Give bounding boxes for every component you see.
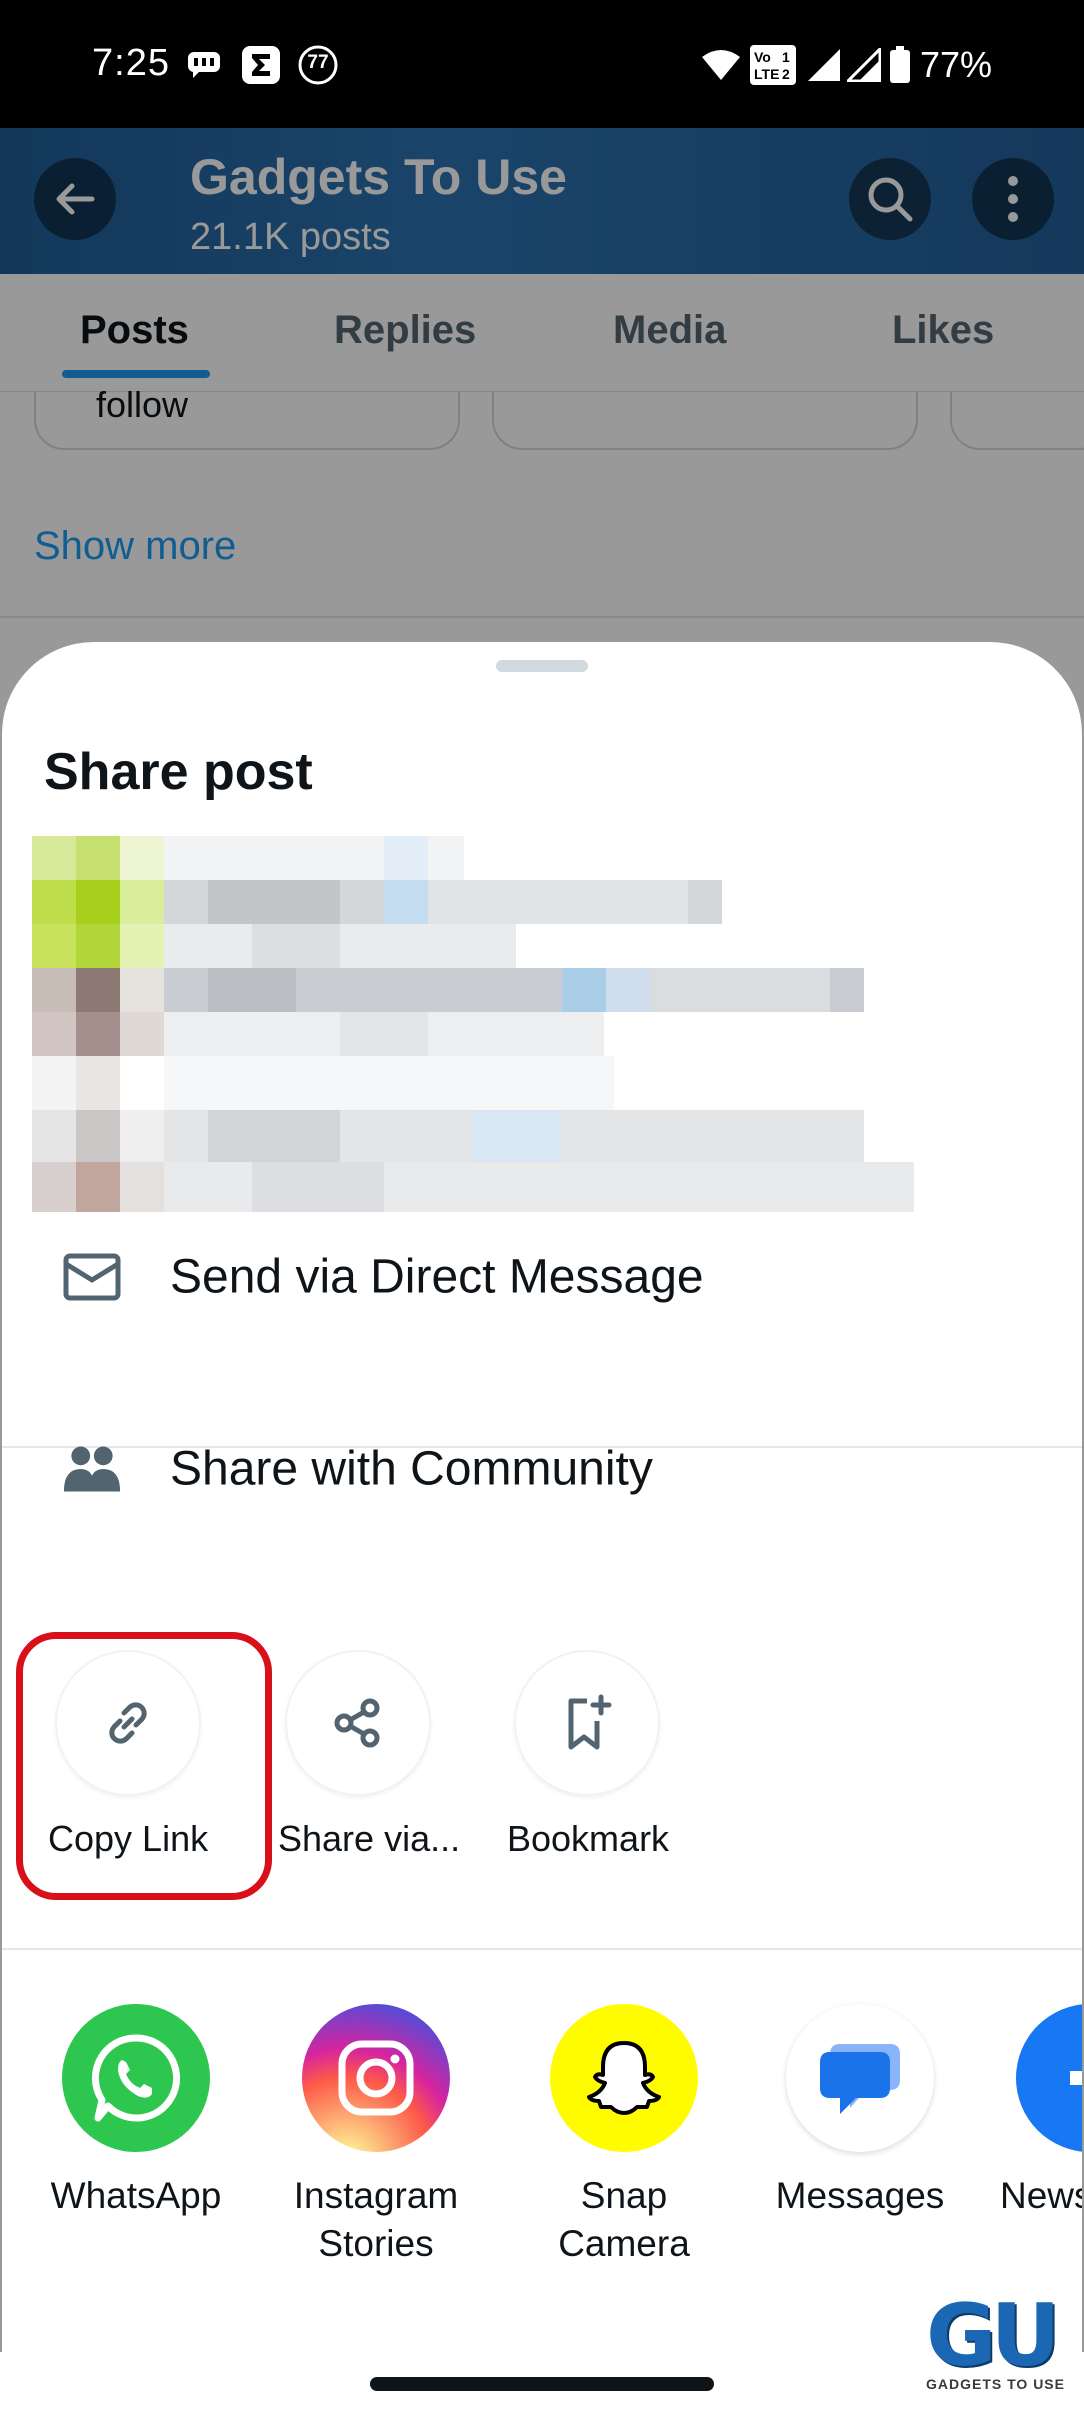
- redacted-contact-row[interactable]: [32, 836, 724, 968]
- home-gesture-handle[interactable]: [370, 2377, 714, 2391]
- watermark-text: GADGETS TO USE: [926, 2376, 1065, 2392]
- redacted-contact-row[interactable]: [32, 1110, 914, 1212]
- share-to-messages[interactable]: Messages: [760, 2004, 960, 2220]
- envelope-icon: [62, 1247, 122, 1307]
- sigma-app-icon: [240, 46, 282, 84]
- volte-top-label: Vo: [754, 49, 771, 65]
- gadgets-to-use-watermark: GU GADGETS TO USE: [926, 2286, 1068, 2402]
- sheet-title: Share post: [44, 743, 313, 801]
- facebook-icon: [1016, 2004, 1082, 2152]
- send-via-dm-label: Send via Direct Message: [170, 1250, 704, 1304]
- snapchat-icon: [550, 2004, 698, 2152]
- signal-1-icon: [806, 46, 842, 84]
- share-to-facebook-news[interactable]: News: [968, 2004, 1082, 2220]
- messages-icon: [786, 2004, 934, 2152]
- bookmark-button[interactable]: Bookmark: [507, 1650, 670, 1860]
- share-to-whatsapp[interactable]: WhatsApp: [36, 2004, 236, 2220]
- share-with-community-row[interactable]: Share with Community: [2, 1394, 1082, 1544]
- drag-handle[interactable]: [496, 660, 588, 672]
- watermark-logo: GU: [926, 2286, 1060, 2386]
- share-sheet: Share post Send via Direct Message Share…: [2, 642, 1082, 2352]
- volte-bottom-label: LTE: [754, 66, 780, 82]
- notification-badge-icon: 77: [296, 45, 340, 85]
- messages-label: Messages: [775, 2175, 945, 2216]
- share-to-snap-camera[interactable]: Snap Camera: [524, 2004, 724, 2268]
- chat-notification-icon: [186, 46, 222, 84]
- share-via-button[interactable]: Share via...: [278, 1650, 461, 1860]
- community-icon: [62, 1439, 122, 1499]
- whatsapp-icon: [62, 2004, 210, 2152]
- facebook-news-label: News: [1000, 2175, 1082, 2216]
- battery-icon: [888, 46, 912, 84]
- status-time: 7:25: [92, 42, 170, 84]
- share-to-instagram-stories[interactable]: Instagram Stories: [276, 2004, 476, 2268]
- status-bar: 7:25 77 Vo LTE 1 2 77%: [0, 0, 1084, 128]
- sim-1-label: 1: [782, 49, 790, 65]
- whatsapp-label: WhatsApp: [50, 2175, 222, 2216]
- bookmark-plus-icon: [568, 1694, 612, 1750]
- signal-2-icon: [846, 46, 882, 84]
- sim-2-label: 2: [782, 66, 790, 82]
- bookmark-circle: [514, 1650, 660, 1796]
- battery-percent: 77%: [919, 44, 992, 85]
- send-via-dm-row[interactable]: Send via Direct Message: [2, 1202, 1082, 1352]
- notification-badge-count: 77: [307, 52, 329, 73]
- share-via-circle: [285, 1650, 431, 1796]
- share-nodes-icon: [334, 1698, 380, 1748]
- copy-link-highlight-annotation: [16, 1632, 272, 1900]
- volte-icon: Vo LTE 1 2: [750, 45, 796, 85]
- instagram-label: Instagram Stories: [293, 2175, 459, 2264]
- redacted-contact-row[interactable]: [32, 968, 914, 1128]
- share-with-community-label: Share with Community: [170, 1442, 653, 1496]
- bookmark-label: Bookmark: [507, 1818, 670, 1859]
- divider: [2, 1948, 1082, 1950]
- snapchat-label: Snap Camera: [558, 2175, 690, 2264]
- share-via-label: Share via...: [278, 1818, 461, 1859]
- wifi-icon: [700, 46, 742, 84]
- instagram-icon: [302, 2004, 450, 2152]
